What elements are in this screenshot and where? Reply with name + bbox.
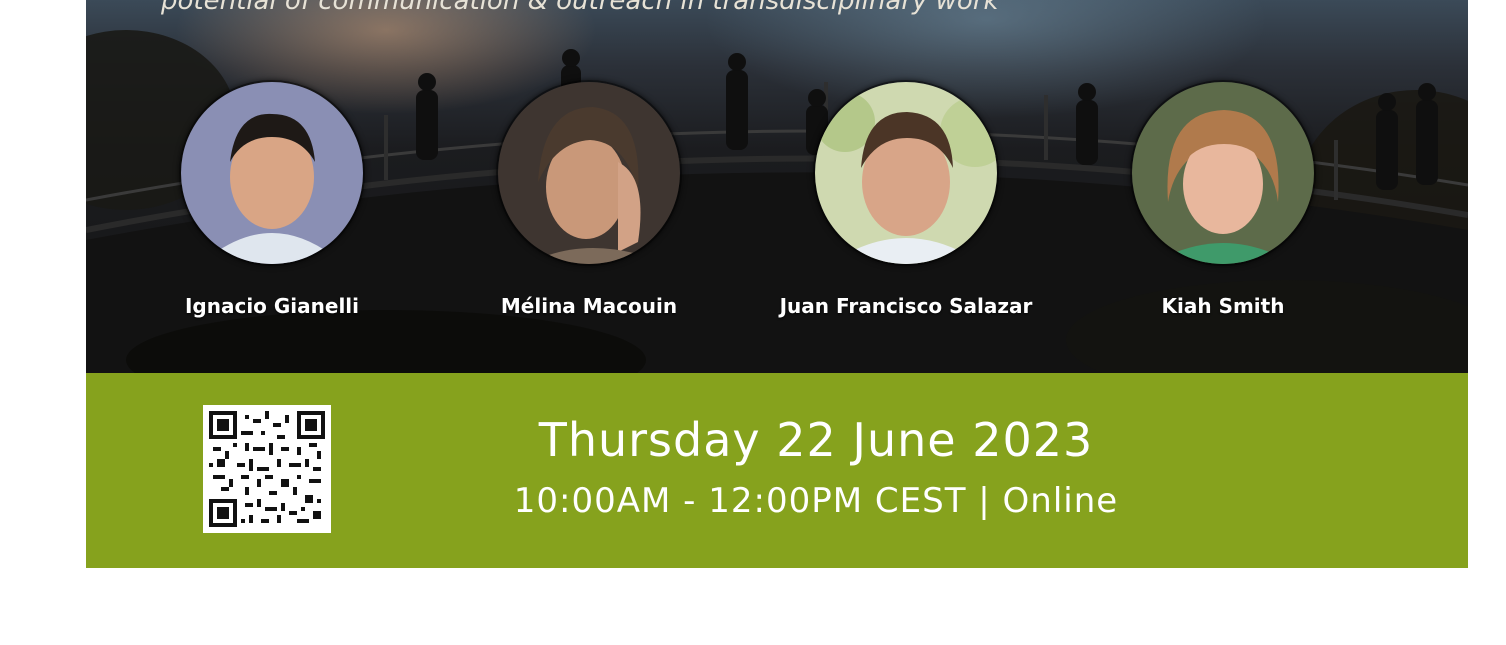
speaker-photo-ignacio xyxy=(179,80,365,266)
speaker-photo-kiah xyxy=(1130,80,1316,266)
banner-tagline: potential of communication & outreach in… xyxy=(161,0,999,16)
speaker-photo-juan xyxy=(813,80,999,266)
speaker-card-ignacio: Ignacio Gianelli xyxy=(142,80,402,318)
speaker-card-kiah: Kiah Smith xyxy=(1093,80,1353,318)
speaker-name-kiah: Kiah Smith xyxy=(1161,294,1285,318)
speaker-card-melina: Mélina Macouin xyxy=(459,80,719,318)
event-info-bar: Thursday 22 June 2023 10:00AM - 12:00PM … xyxy=(86,373,1468,568)
bridge-photo-background: potential of communication & outreach in… xyxy=(86,0,1468,373)
speaker-card-juan: Juan Francisco Salazar xyxy=(776,80,1036,318)
speaker-name-ignacio: Ignacio Gianelli xyxy=(184,294,360,318)
event-date: Thursday 22 June 2023 xyxy=(538,413,1094,467)
event-banner: potential of communication & outreach in… xyxy=(86,0,1468,568)
event-time: 10:00AM - 12:00PM CEST | Online xyxy=(513,481,1119,521)
speaker-name-juan: Juan Francisco Salazar xyxy=(779,294,1033,318)
qr-code-icon[interactable] xyxy=(203,405,331,533)
speaker-photo-melina xyxy=(496,80,682,266)
speaker-name-melina: Mélina Macouin xyxy=(500,294,678,318)
